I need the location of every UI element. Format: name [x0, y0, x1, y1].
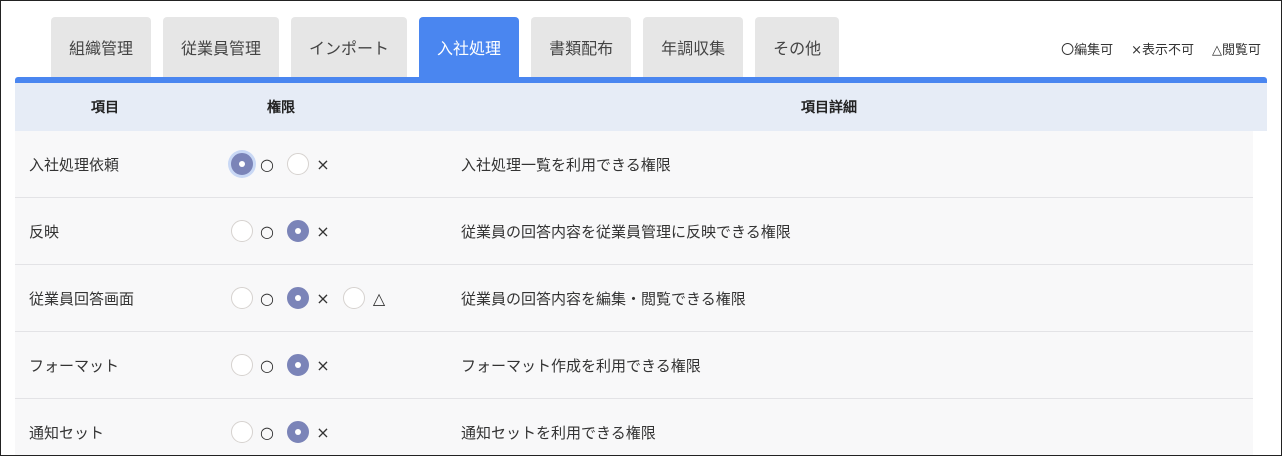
edit-symbol: ○	[260, 355, 274, 375]
permission-radio-group: ○ ×	[195, 153, 461, 175]
table-row: フォーマット ○ × フォーマット作成を利用できる権限	[15, 332, 1253, 399]
permission-radio-group: ○ ×	[195, 421, 461, 443]
radio-edit[interactable]: ○	[231, 421, 275, 443]
radio-circle[interactable]	[287, 421, 309, 443]
table-row: 入社処理依頼 ○ × 入社処理一覧を利用できる権限	[15, 131, 1253, 198]
edit-symbol: ○	[260, 288, 274, 308]
row-detail: 入社処理一覧を利用できる権限	[461, 155, 671, 174]
edit-symbol: ○	[260, 422, 274, 442]
row-item-label: 反映	[29, 222, 60, 241]
hidden-symbol: ×	[316, 221, 330, 241]
permission-table: 項目 権限 項目詳細 入社処理依頼 ○ × 入社処理一覧を利用できる権限 反映	[15, 83, 1267, 455]
radio-edit[interactable]: ○	[231, 153, 275, 175]
table-header: 項目 権限 項目詳細	[15, 83, 1267, 131]
radio-hidden[interactable]: ×	[287, 287, 331, 309]
legend-view: △閲覧可	[1212, 43, 1261, 58]
permission-radio-group: ○ ×	[195, 354, 461, 376]
table-row: 通知セット ○ × 通知セットを利用できる権限	[15, 399, 1253, 455]
radio-circle[interactable]	[231, 287, 253, 309]
tab-organization[interactable]: 組織管理	[51, 17, 152, 77]
hidden-symbol: ×	[316, 288, 330, 308]
permission-legend: 〇編集可 ×表示不可 △閲覧可	[1061, 39, 1261, 58]
tab-other[interactable]: その他	[755, 17, 840, 77]
hidden-symbol: ×	[316, 154, 330, 174]
row-item-label: フォーマット	[29, 356, 120, 375]
hidden-symbol: ×	[316, 422, 330, 442]
tab-onboarding[interactable]: 入社処理	[419, 17, 520, 77]
scrollbar[interactable]	[1253, 131, 1267, 455]
row-detail: 従業員の回答内容を編集・閲覧できる権限	[461, 289, 746, 308]
tab-employees[interactable]: 従業員管理	[163, 17, 280, 77]
radio-circle[interactable]	[231, 220, 253, 242]
radio-edit[interactable]: ○	[231, 220, 275, 242]
radio-circle[interactable]	[231, 153, 253, 175]
row-detail: 従業員の回答内容を従業員管理に反映できる権限	[461, 222, 791, 241]
radio-hidden[interactable]: ×	[287, 153, 331, 175]
hidden-symbol: ×	[316, 355, 330, 375]
permission-radio-group: ○ × △	[195, 287, 461, 309]
radio-circle[interactable]	[231, 421, 253, 443]
tab-import[interactable]: インポート	[291, 17, 408, 77]
radio-circle[interactable]	[287, 354, 309, 376]
header-permission: 権限	[267, 100, 295, 116]
row-item-label: 通知セット	[29, 423, 105, 442]
permission-settings-panel: 組織管理 従業員管理 インポート 入社処理 書類配布 年調収集 その他 〇編集可…	[0, 0, 1282, 456]
radio-edit[interactable]: ○	[231, 287, 275, 309]
edit-symbol: ○	[260, 154, 274, 174]
radio-hidden[interactable]: ×	[287, 220, 331, 242]
radio-edit[interactable]: ○	[231, 354, 275, 376]
row-item-label: 従業員回答画面	[29, 289, 135, 308]
row-detail: 通知セットを利用できる権限	[461, 423, 656, 442]
radio-circle[interactable]	[287, 153, 309, 175]
row-item-label: 入社処理依頼	[29, 155, 120, 174]
table-row: 反映 ○ × 従業員の回答内容を従業員管理に反映できる権限	[15, 198, 1253, 265]
legend-edit: 〇編集可	[1061, 43, 1114, 58]
legend-hidden: ×表示不可	[1131, 43, 1194, 58]
radio-circle[interactable]	[231, 354, 253, 376]
radio-circle[interactable]	[287, 220, 309, 242]
edit-symbol: ○	[260, 221, 274, 241]
table-row: 従業員回答画面 ○ × △ 従業員の回答内容を編集・閲覧できる権限	[15, 265, 1253, 332]
permission-radio-group: ○ ×	[195, 220, 461, 242]
radio-hidden[interactable]: ×	[287, 421, 331, 443]
header-item: 項目	[91, 100, 119, 116]
tab-year-end-collection[interactable]: 年調収集	[643, 17, 744, 77]
radio-hidden[interactable]: ×	[287, 354, 331, 376]
radio-view[interactable]: △	[343, 287, 387, 309]
tab-document-distribution[interactable]: 書類配布	[531, 17, 632, 77]
row-detail: フォーマット作成を利用できる権限	[461, 356, 701, 375]
radio-circle[interactable]	[343, 287, 365, 309]
view-symbol: △	[372, 288, 386, 308]
radio-circle[interactable]	[287, 287, 309, 309]
header-detail: 項目詳細	[801, 100, 857, 116]
tab-bar: 組織管理 従業員管理 インポート 入社処理 書類配布 年調収集 その他	[51, 17, 840, 77]
